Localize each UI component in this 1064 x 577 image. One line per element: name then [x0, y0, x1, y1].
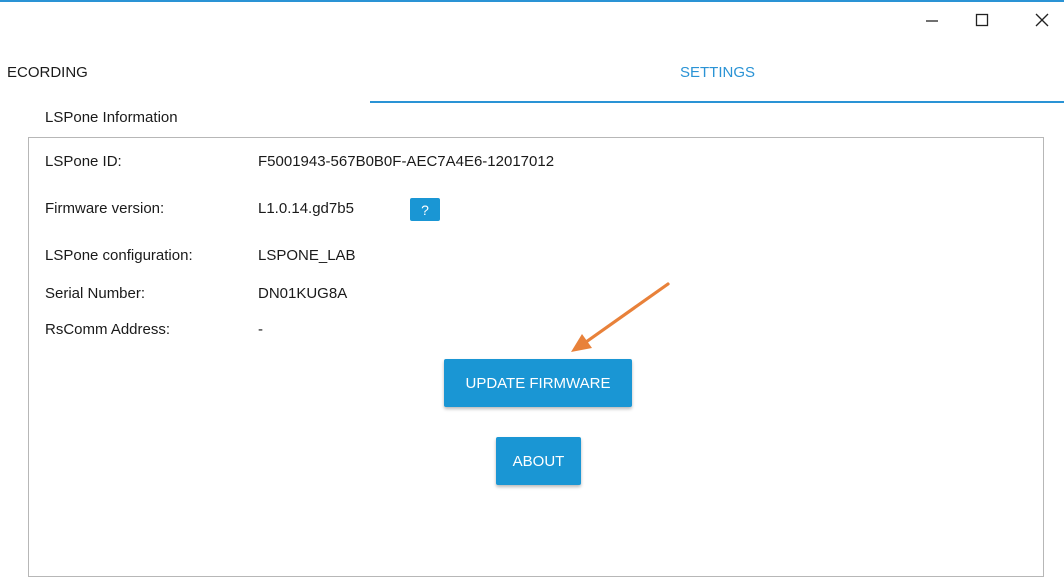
lspone-information-panel [28, 137, 1044, 577]
about-button[interactable]: ABOUT [496, 437, 581, 485]
firmware-version-label: Firmware version: [45, 200, 165, 217]
close-icon [1035, 13, 1049, 27]
rscomm-address-label: RsComm Address: [45, 321, 171, 338]
maximize-button[interactable] [964, 8, 1000, 32]
tab-settings[interactable]: SETTINGS [680, 64, 755, 81]
minimize-button[interactable] [914, 8, 950, 32]
update-firmware-button[interactable]: UPDATE FIRMWARE [444, 359, 632, 407]
serial-number-label: Serial Number: [45, 285, 146, 302]
serial-number-value: DN01KUG8A [258, 285, 348, 302]
lspone-id-value: F5001943-567B0B0F-AEC7A4E6-12017012 [258, 153, 555, 170]
close-button[interactable] [1024, 8, 1060, 32]
lspone-configuration-value: LSPONE_LAB [258, 247, 356, 264]
firmware-help-button[interactable]: ? [410, 198, 440, 221]
firmware-version-value: L1.0.14.gd7b5 [258, 200, 354, 217]
rscomm-address-value: - [258, 321, 263, 338]
minimize-icon [926, 20, 938, 22]
active-tab-indicator [370, 101, 1064, 103]
section-title: LSPone Information [45, 109, 178, 126]
window-top-accent-line [0, 0, 1064, 2]
lspone-configuration-label: LSPone configuration: [45, 247, 193, 264]
lspone-id-label: LSPone ID: [45, 153, 122, 170]
tab-recording[interactable]: ECORDING [7, 64, 88, 81]
maximize-icon [975, 13, 989, 27]
